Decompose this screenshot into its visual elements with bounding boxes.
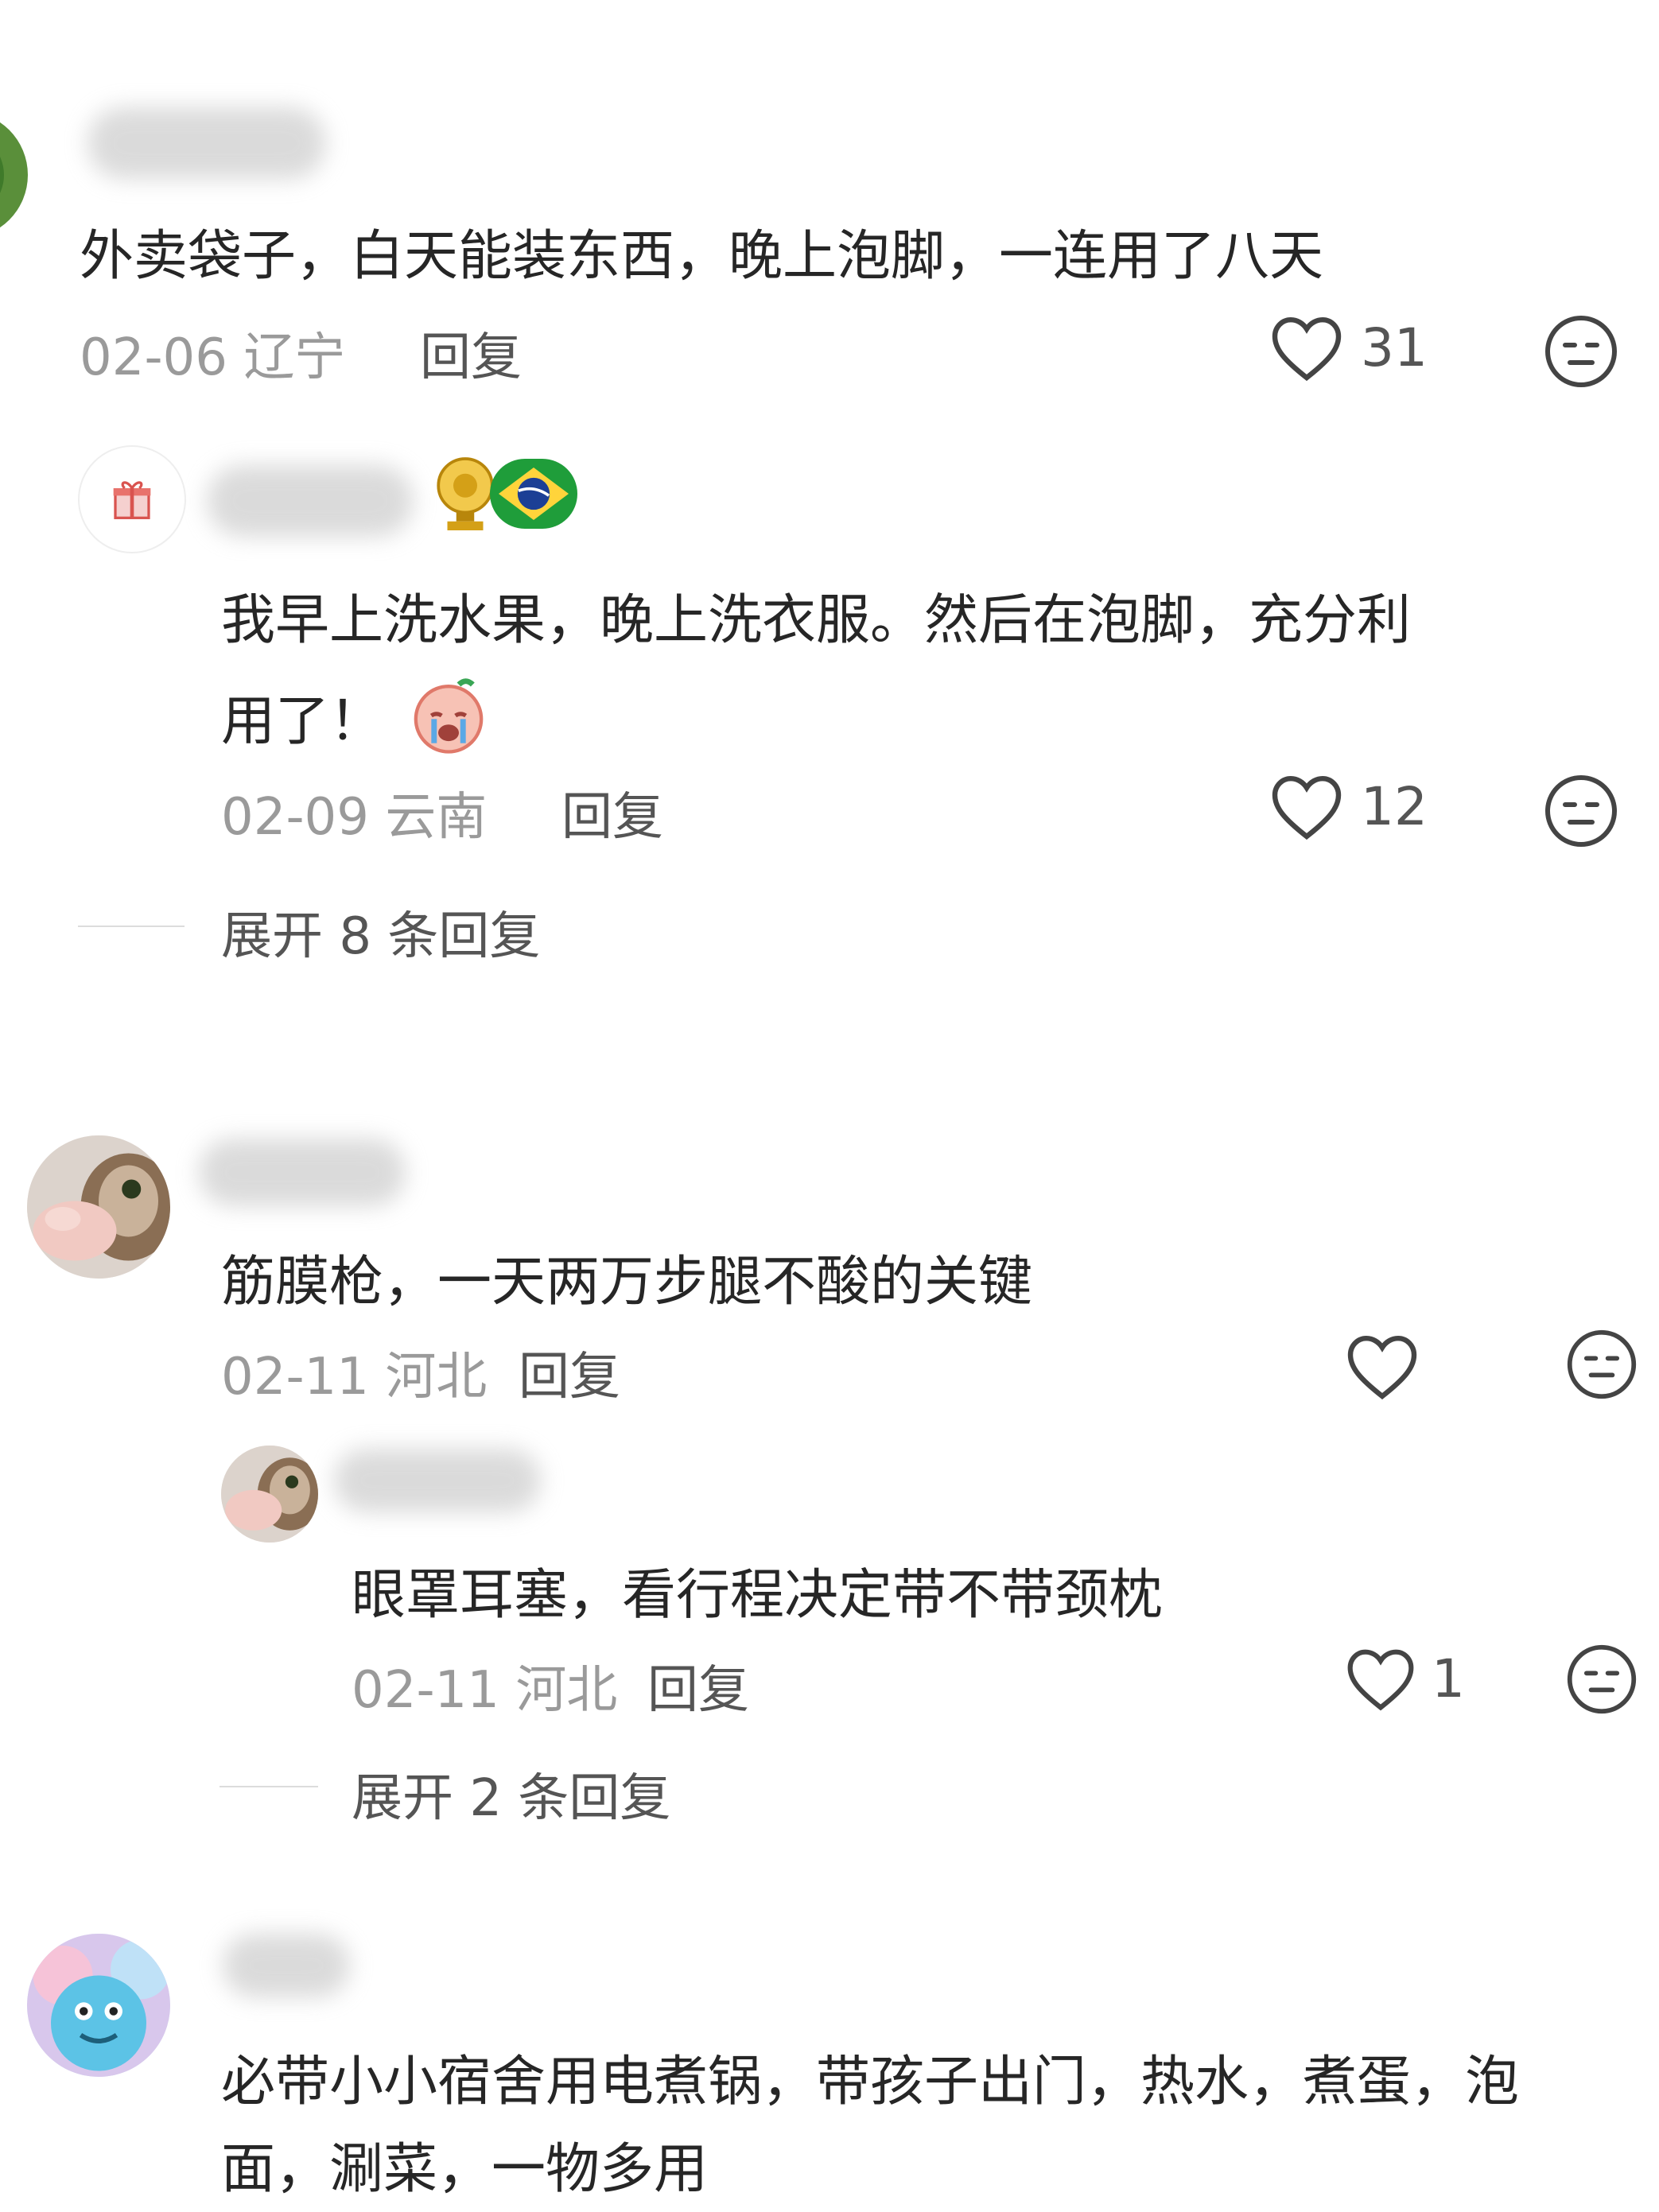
reply-avatar[interactable] [221, 1446, 318, 1543]
reply-location: 河北 [515, 1661, 618, 1720]
reply-avatar[interactable] [78, 445, 186, 553]
comment-text-line2: 面，涮菜，一物多用 [221, 2138, 709, 2201]
comment-date: 02-11 [221, 1348, 369, 1407]
avatar[interactable] [0, 111, 28, 239]
comment-meta: 02-11 河北 [221, 1336, 487, 1409]
reply-text: 我早上洗水果，晚上洗衣服。然后在泡脚，充分利 [221, 589, 1412, 652]
comment-location: 河北 [385, 1348, 488, 1407]
reply-date: 02-09 [221, 788, 369, 847]
username-blurred [87, 107, 326, 179]
cat-avatar-icon [221, 1446, 318, 1543]
reply-location: 云南 [385, 788, 488, 847]
dislike-face-icon[interactable] [1543, 313, 1619, 390]
reply-button[interactable]: 回复 [420, 316, 522, 390]
comment-text: 必带小小宿舍用电煮锅，带孩子出门，热水，煮蛋，泡 [221, 2051, 1520, 2113]
username-blurred [334, 1449, 541, 1512]
reply-button[interactable]: 回复 [561, 776, 663, 849]
crying-emoji-icon [414, 678, 484, 754]
username-blurred [199, 1139, 406, 1206]
comment-date: 02-06 [80, 328, 227, 387]
reply-button[interactable]: 回复 [647, 1649, 749, 1722]
expand-divider [220, 1786, 318, 1787]
reply-meta: 02-11 河北 [352, 1649, 617, 1722]
heart-icon [1272, 316, 1342, 382]
username-blurred [223, 1934, 350, 1997]
brazil-flag-icon [490, 459, 577, 529]
expand-divider [78, 926, 185, 927]
reply-text: 眼罩耳塞，看行程决定带不带颈枕 [352, 1564, 1164, 1627]
like-button[interactable]: 31 [1269, 312, 1428, 382]
user-badges [429, 455, 577, 534]
like-count: 31 [1361, 316, 1428, 378]
dislike-face-icon[interactable] [1565, 1643, 1638, 1716]
like-button[interactable]: 1 [1344, 1644, 1465, 1713]
tree-avatar-icon [0, 157, 4, 193]
expand-replies-button[interactable]: 展开 2 条回复 [352, 1757, 670, 1830]
avatar[interactable] [27, 1934, 170, 2077]
comment-text: 筋膜枪，一天两万步腿不酸的关键 [221, 1251, 1033, 1314]
reply-text-line2: 用了！ [221, 674, 490, 757]
comment-text: 外卖袋子，白天能装东西，晚上泡脚，一连用了八天 [80, 225, 1324, 288]
dislike-face-icon[interactable] [1565, 1328, 1638, 1401]
cat-avatar-icon [27, 1135, 170, 1279]
heart-icon [1272, 775, 1342, 840]
expand-replies-button[interactable]: 展开 8 条回复 [221, 895, 540, 968]
heart-icon[interactable] [1344, 1331, 1420, 1401]
avatar[interactable] [27, 1135, 170, 1279]
reply-date: 02-11 [352, 1661, 499, 1720]
like-count: 1 [1432, 1647, 1465, 1709]
like-count: 12 [1361, 775, 1428, 837]
comment-location: 辽宁 [243, 328, 346, 387]
comment-meta: 02-06 辽宁 [80, 316, 345, 390]
monster-avatar-icon [27, 1934, 170, 2077]
heart-icon [1347, 1649, 1414, 1711]
gift-icon [113, 481, 151, 519]
like-button[interactable]: 12 [1269, 771, 1428, 841]
dislike-face-icon[interactable] [1543, 773, 1619, 849]
reply-meta: 02-09 云南 [221, 776, 487, 849]
reply-button[interactable]: 回复 [519, 1336, 620, 1409]
username-blurred [207, 465, 414, 537]
